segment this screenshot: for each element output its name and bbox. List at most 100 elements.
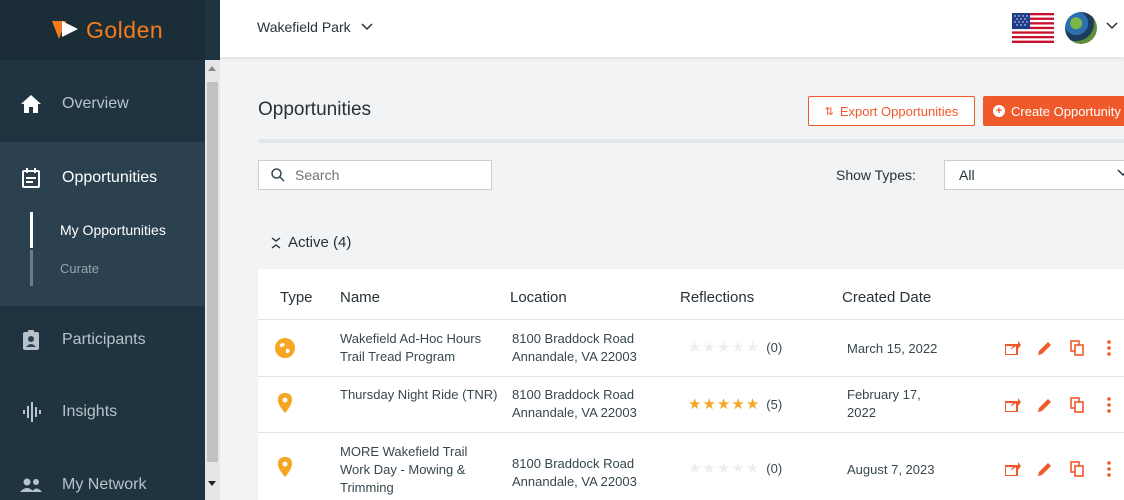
opportunities-table: Type Name Location Reflections Created D… [258, 269, 1124, 500]
sidebar-item-insights[interactable]: Insights [0, 392, 205, 432]
search-box[interactable] [258, 160, 492, 190]
share-icon[interactable] [1004, 339, 1022, 357]
star-icon: ★ [745, 460, 761, 477]
sidebar-item-my-network[interactable]: My Network [0, 465, 205, 500]
table-row[interactable]: MORE Wakefield Trail Work Day - Mowing &… [258, 432, 1124, 500]
column-header-type[interactable]: Type [280, 289, 313, 306]
inactive-indicator [30, 250, 33, 286]
sidebar-item-opportunities[interactable]: Opportunities [0, 158, 205, 198]
star-icon: ★ [688, 460, 703, 477]
globe-icon [275, 338, 295, 358]
created-date: August 7, 2023 [847, 462, 935, 477]
row-actions [1004, 460, 1124, 478]
row-actions [1004, 396, 1124, 414]
site-selector[interactable]: Wakefield Park [257, 19, 373, 35]
us-flag-icon[interactable] [1012, 13, 1054, 43]
share-icon[interactable] [1004, 460, 1022, 478]
star-rating: ★ ★ ★ ★ ★ (0) [688, 338, 782, 356]
edit-icon[interactable] [1036, 339, 1054, 357]
column-header-reflections[interactable]: Reflections [680, 289, 754, 306]
chevron-down-icon[interactable] [1106, 22, 1118, 30]
scroll-down-icon[interactable] [208, 481, 216, 486]
star-icon: ★ [716, 396, 732, 413]
copy-icon[interactable] [1068, 396, 1086, 414]
show-types-select[interactable]: All [944, 160, 1124, 190]
star-rating: ★ ★ ★ ★ ★ (5) [688, 395, 782, 413]
star-icon: ★ [731, 339, 746, 356]
show-types-label: Show Types: [836, 167, 916, 183]
map-pin-icon [278, 393, 292, 413]
scroll-up-icon[interactable] [208, 66, 216, 71]
sidebar: Golden Overview Opportunities My Opportu… [0, 0, 220, 500]
share-icon[interactable] [1004, 396, 1022, 414]
star-icon: ★ [745, 396, 761, 413]
opportunity-location: 8100 Braddock Road Annandale, VA 22003 [512, 456, 637, 489]
divider [258, 139, 1124, 143]
star-icon: ★ [745, 339, 761, 356]
chevron-down-icon [1117, 169, 1124, 177]
star-icon: ★ [716, 460, 732, 477]
star-icon: ★ [702, 339, 717, 356]
create-label: Create Opportunity [1011, 103, 1121, 119]
search-icon [271, 168, 285, 182]
opportunity-name[interactable]: MORE Wakefield Trail Work Day - Mowing &… [340, 443, 490, 497]
search-input[interactable] [295, 167, 475, 183]
subitem-curate[interactable]: Curate [60, 261, 99, 276]
calendar-icon [20, 167, 42, 189]
create-opportunity-button[interactable]: + Create Opportunity [983, 96, 1124, 126]
sidebar-item-label: Overview [62, 95, 129, 112]
sort-icon: ⇅ [824, 105, 834, 118]
edit-icon[interactable] [1036, 460, 1054, 478]
table-row[interactable]: Thursday Night Ride (TNR) 8100 Braddock … [258, 376, 1124, 432]
sidebar-scrollbar[interactable] [205, 60, 220, 500]
brand-name: Golden [86, 16, 164, 43]
star-icon: ★ [731, 460, 746, 477]
waveform-icon [20, 401, 42, 423]
table-row[interactable]: Wakefield Ad-Hoc Hours Trail Tread Progr… [258, 319, 1124, 376]
sidebar-item-label: Participants [62, 331, 146, 348]
page-title: Opportunities [258, 99, 372, 120]
more-options-icon[interactable] [1100, 396, 1118, 414]
people-icon [20, 474, 42, 496]
edit-icon[interactable] [1036, 396, 1054, 414]
column-header-created-date[interactable]: Created Date [842, 289, 931, 306]
reflection-count: (0) [766, 339, 783, 355]
copy-icon[interactable] [1068, 339, 1086, 357]
copy-icon[interactable] [1068, 460, 1086, 478]
opportunity-name[interactable]: Wakefield Ad-Hoc Hours Trail Tread Progr… [340, 330, 500, 366]
active-section-toggle[interactable]: Active (4) [270, 234, 351, 251]
sidebar-item-overview[interactable]: Overview [0, 84, 205, 124]
row-actions [1004, 339, 1124, 357]
plus-circle-icon: + [993, 105, 1005, 117]
more-options-icon[interactable] [1100, 460, 1118, 478]
golden-logo-icon [52, 21, 78, 39]
site-name: Wakefield Park [257, 19, 351, 35]
subitem-my-opportunities[interactable]: My Opportunities [60, 222, 166, 238]
user-avatar[interactable] [1065, 12, 1097, 44]
created-date: February 17, 2022 [847, 387, 921, 420]
scroll-thumb[interactable] [207, 82, 218, 462]
export-opportunities-button[interactable]: ⇅ Export Opportunities [808, 96, 975, 126]
collapse-icon [271, 236, 281, 249]
badge-icon [20, 329, 42, 351]
star-icon: ★ [688, 396, 703, 413]
column-header-location[interactable]: Location [510, 289, 567, 306]
sidebar-item-label: Opportunities [62, 169, 158, 186]
opportunity-name[interactable]: Thursday Night Ride (TNR) [340, 386, 500, 404]
brand[interactable]: Golden [0, 0, 205, 60]
export-label: Export Opportunities [839, 103, 959, 119]
star-icon: ★ [731, 396, 746, 413]
star-icon: ★ [716, 339, 732, 356]
home-icon [20, 93, 42, 115]
opportunity-location: 8100 Braddock Road Annandale, VA 22003 [512, 331, 637, 364]
more-options-icon[interactable] [1100, 339, 1118, 357]
sidebar-item-label: My Network [62, 476, 147, 493]
sidebar-item-participants[interactable]: Participants [0, 320, 205, 360]
star-rating: ★ ★ ★ ★ ★ (0) [688, 459, 782, 477]
active-section-label: Active (4) [288, 234, 352, 251]
opportunity-location: 8100 Braddock Road Annandale, VA 22003 [512, 387, 637, 420]
created-date: March 15, 2022 [847, 341, 938, 356]
column-header-name[interactable]: Name [340, 289, 380, 306]
reflection-count: (0) [766, 460, 783, 476]
sidebar-item-label: Insights [62, 403, 118, 420]
